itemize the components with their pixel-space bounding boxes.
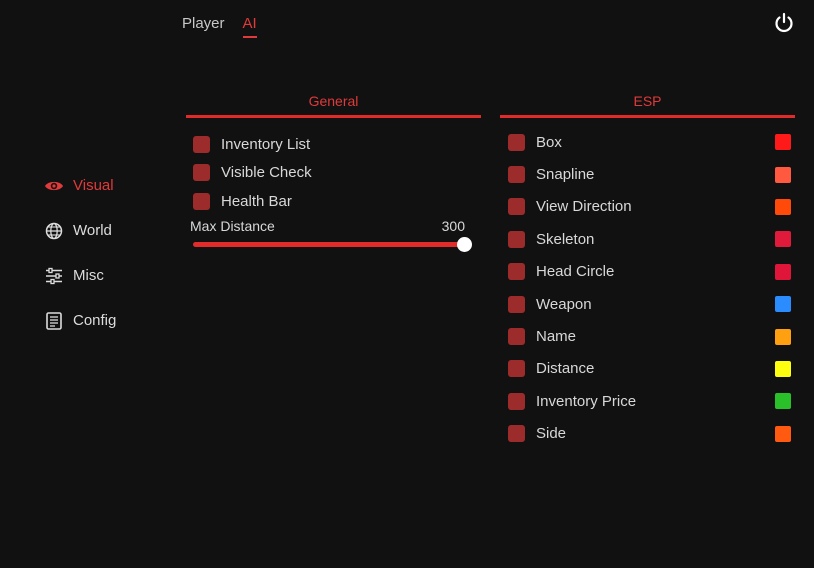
- checkbox[interactable]: [508, 328, 525, 346]
- esp-item-view-direction[interactable]: View Direction: [508, 191, 795, 223]
- slider-knob[interactable]: [457, 236, 472, 252]
- checkbox-label: Name: [536, 328, 577, 346]
- esp-item-weapon[interactable]: Weapon: [508, 288, 795, 320]
- slider-value: 300: [441, 217, 465, 234]
- esp-item-head-circle[interactable]: Head Circle: [508, 256, 795, 288]
- tab-ai[interactable]: AI: [242, 15, 257, 38]
- max-distance-slider: Max Distance 300: [186, 216, 481, 252]
- esp-list: Box Snapline View Direction Skeleton Head Ci…: [500, 118, 795, 450]
- checkbox[interactable]: [508, 166, 525, 184]
- checkbox[interactable]: [508, 198, 525, 216]
- checkbox-label: Distance: [536, 360, 595, 378]
- esp-panel: ESP Box Snapline View Direction Skeleton Hea…: [500, 93, 795, 450]
- checkbox[interactable]: [508, 425, 525, 443]
- checkbox-label: Skeleton: [536, 230, 595, 248]
- sidebar-item-label: Misc: [73, 267, 104, 284]
- checkbox[interactable]: [193, 135, 210, 153]
- general-panel-title: General: [186, 93, 481, 118]
- power-icon[interactable]: [772, 11, 796, 35]
- color-swatch[interactable]: [775, 425, 791, 442]
- checkbox-label: Visible Check: [221, 164, 312, 182]
- color-swatch[interactable]: [775, 360, 791, 377]
- sidebar-item-world[interactable]: World: [44, 208, 116, 253]
- sidebar-item-config[interactable]: Config: [44, 298, 116, 343]
- checkbox[interactable]: [508, 133, 525, 151]
- sidebar-item-label: Config: [73, 312, 117, 329]
- esp-item-side[interactable]: Side: [508, 418, 795, 450]
- checkbox-label: Box: [536, 133, 562, 151]
- sidebar-item-label: World: [73, 222, 112, 239]
- sidebar-item-visual[interactable]: Visual: [44, 163, 116, 208]
- checkbox-label: View Direction: [536, 198, 632, 216]
- color-swatch[interactable]: [775, 328, 791, 345]
- checkbox-label: Health Bar: [221, 192, 292, 210]
- color-swatch[interactable]: [775, 231, 791, 248]
- color-swatch[interactable]: [775, 296, 791, 313]
- checkbox-label: Weapon: [536, 295, 592, 313]
- color-swatch[interactable]: [775, 134, 791, 151]
- eye-icon: [44, 176, 64, 196]
- checkbox[interactable]: [508, 263, 525, 281]
- inventory-list-checkbox[interactable]: Inventory List: [193, 130, 481, 159]
- slider-label: Max Distance: [190, 217, 275, 234]
- checkbox[interactable]: [508, 295, 525, 313]
- esp-item-inventory-price[interactable]: Inventory Price: [508, 385, 795, 417]
- checkbox[interactable]: [193, 192, 210, 210]
- tab-player[interactable]: Player: [182, 15, 225, 38]
- checkbox[interactable]: [508, 392, 525, 410]
- color-swatch[interactable]: [775, 166, 791, 183]
- sliders-icon: [44, 266, 64, 286]
- esp-item-name[interactable]: Name: [508, 320, 795, 352]
- color-swatch[interactable]: [775, 198, 791, 215]
- health-bar-checkbox[interactable]: Health Bar: [193, 187, 481, 216]
- checkbox[interactable]: [508, 230, 525, 248]
- document-icon: [44, 311, 64, 331]
- slider-track[interactable]: [193, 236, 472, 252]
- sidebar-item-misc[interactable]: Misc: [44, 253, 116, 298]
- checkbox-label: Side: [536, 425, 567, 443]
- general-panel: General Inventory List Visible Check Hea…: [186, 93, 481, 252]
- esp-item-snapline[interactable]: Snapline: [508, 158, 795, 190]
- checkbox[interactable]: [193, 164, 210, 182]
- checkbox-label: Inventory Price: [536, 392, 637, 410]
- checkbox-label: Head Circle: [536, 263, 615, 281]
- checkbox-label: Snapline: [536, 166, 595, 184]
- checkbox-label: Inventory List: [221, 135, 311, 153]
- color-swatch[interactable]: [775, 393, 791, 410]
- color-swatch[interactable]: [775, 263, 791, 280]
- esp-item-box[interactable]: Box: [508, 126, 795, 158]
- visible-check-checkbox[interactable]: Visible Check: [193, 159, 481, 188]
- globe-icon: [44, 221, 64, 241]
- checkbox[interactable]: [508, 360, 525, 378]
- esp-item-skeleton[interactable]: Skeleton: [508, 223, 795, 255]
- esp-item-distance[interactable]: Distance: [508, 353, 795, 385]
- sidebar-item-label: Visual: [73, 177, 114, 194]
- top-tabs: Player AI: [182, 15, 257, 38]
- sidebar: Visual World Misc Config: [44, 163, 116, 343]
- esp-panel-title: ESP: [500, 93, 795, 118]
